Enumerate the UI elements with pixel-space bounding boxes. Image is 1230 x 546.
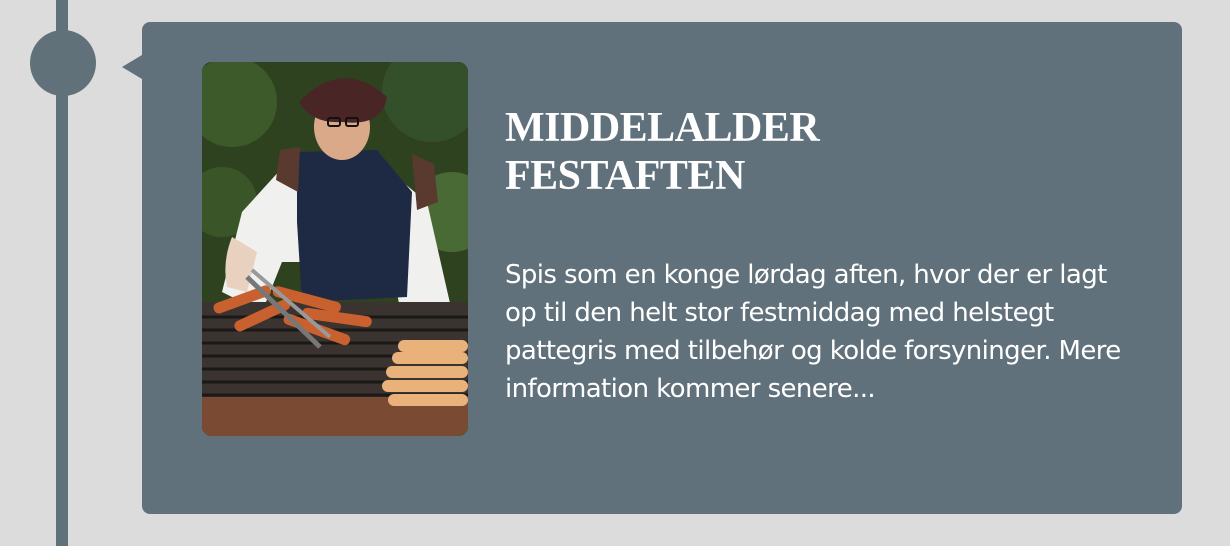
event-title: MIDDELALDER FESTAFTEN	[505, 105, 820, 199]
event-description: Spis som en konge lørdag aften, hvor der…	[505, 260, 1121, 404]
grill-photo-illustration	[202, 62, 468, 436]
card-pointer	[122, 55, 142, 79]
event-card: MIDDELALDER FESTAFTEN Spis som en konge …	[122, 22, 1182, 514]
timeline-marker	[30, 30, 96, 96]
event-photo	[202, 62, 468, 436]
